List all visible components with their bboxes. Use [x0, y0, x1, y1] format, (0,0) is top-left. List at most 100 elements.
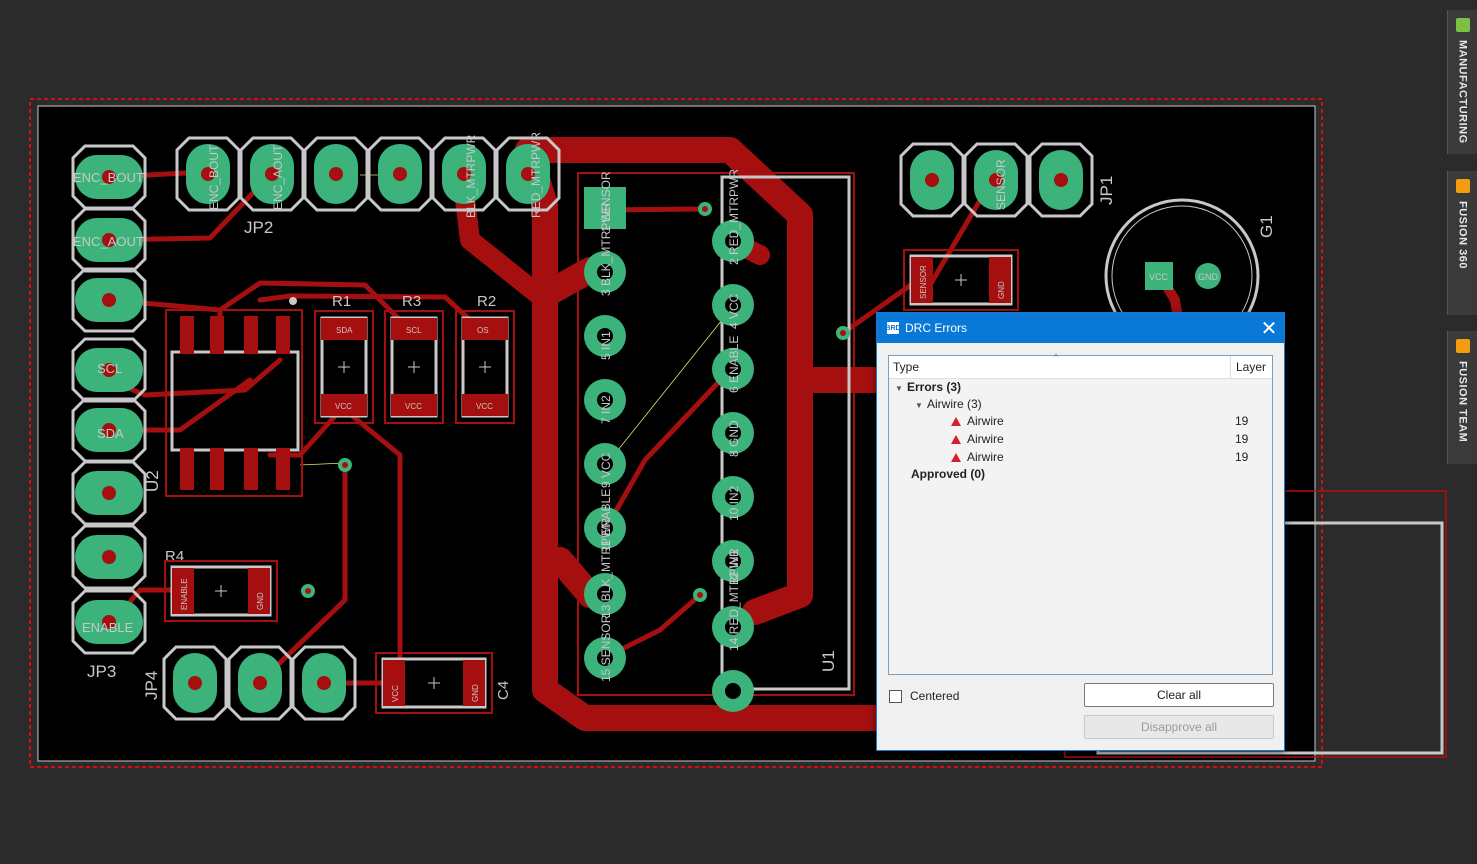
svg-text:OS: OS [477, 326, 489, 335]
item-layer: 19 [1235, 432, 1249, 446]
tab-manufacturing-label: MANUFACTURING [1456, 40, 1469, 144]
u1-pin-label: 4 VCC [727, 293, 741, 329]
expand-triangle-icon[interactable]: ▼ [915, 397, 927, 415]
part-label-jp2: JP2 [244, 218, 273, 237]
svg-text:VCC: VCC [335, 402, 352, 411]
tree-node-airwire-group[interactable]: ▼ Airwire (3) [915, 395, 982, 413]
pad-label-enc-aout-jp2: ENC_AOUT [271, 144, 285, 210]
svg-text:VCC: VCC [391, 685, 400, 702]
part-label-g1: G1 [1257, 215, 1276, 238]
via [698, 202, 712, 216]
checkbox-box[interactable] [889, 689, 902, 703]
item-type: Airwire [967, 450, 1004, 464]
dialog-title: DRC Errors [905, 321, 967, 335]
fusion360-icon [1455, 179, 1470, 193]
g1-gnd-label: GND [1198, 272, 1219, 282]
svg-text:VCC: VCC [405, 402, 422, 411]
column-header-layer[interactable]: Layer [1236, 360, 1266, 374]
via [836, 326, 850, 340]
disapprove-all-button[interactable]: Disapprove all [1084, 715, 1274, 739]
pad-label-enc-aout: ENC_AOUT [73, 234, 144, 249]
u1-pin [712, 670, 754, 712]
pad-label-scl: SCL [97, 361, 122, 376]
close-button[interactable]: ✕ [1254, 313, 1284, 343]
u1-pin-label: 10 IN2 [727, 485, 741, 521]
fusion-team-icon [1455, 339, 1470, 353]
part-label-r2: R2 [477, 293, 496, 310]
tab-fusion-team-label: FUSION TEAM [1456, 361, 1469, 443]
warning-icon [951, 417, 961, 426]
u1-pin-label: 9 VCC [599, 452, 613, 488]
svg-text:VCC: VCC [476, 402, 493, 411]
tree-item-airwire[interactable]: Airwire 19 [951, 412, 1271, 430]
part-label-r4: R4 [165, 548, 184, 565]
via [693, 588, 707, 602]
svg-text:SCL: SCL [406, 326, 422, 335]
u1-pin-label: 7 IN2 [599, 395, 613, 424]
clear-all-button[interactable]: Clear all [1084, 683, 1274, 707]
header-jp4 [162, 645, 357, 721]
u1-pin-label: 14 RED_MTRPWR [727, 548, 741, 651]
expand-triangle-icon[interactable]: ▼ [895, 380, 907, 398]
tab-fusion-360-label: FUSION 360 [1456, 201, 1469, 269]
u1-pin-label: 8 GND [727, 420, 741, 457]
pad-label-sda: SDA [97, 426, 124, 441]
column-header-type[interactable]: Type [893, 360, 919, 374]
tree-header: Type ^ Layer [889, 352, 1272, 379]
pad-label-blk-mtrpwr: BLK_MTRPWR [464, 134, 478, 218]
svg-text:SENSOR: SENSOR [919, 265, 928, 299]
tab-fusion-team[interactable]: FUSION TEAM [1447, 331, 1477, 464]
drc-error-tree[interactable]: Type ^ Layer ▼ Errors (3) ▼ Airwire (3) Ai… [888, 352, 1273, 675]
u1-pin-label: 13 BLK_MTRPWR [599, 518, 613, 618]
svg-text:GND: GND [997, 281, 1006, 299]
tab-fusion-360[interactable]: FUSION 360 [1447, 171, 1477, 315]
pad-label-enable: ENABLE [82, 620, 134, 635]
part-label-r3: R3 [402, 293, 421, 310]
tree-node-approved[interactable]: Approved (0) [911, 465, 985, 483]
sort-arrow-icon: ^ [1054, 352, 1059, 362]
warning-icon [951, 435, 961, 444]
approved-label: Approved (0) [911, 467, 986, 481]
part-label-jp4: JP4 [142, 671, 161, 700]
u1-pin-label: 3 BLK_MTRPWR [599, 202, 613, 296]
tree-node-errors[interactable]: ▼ Errors (3) [895, 378, 961, 396]
u1-pin-label: 15 SENSOR [599, 614, 613, 682]
dialog-titlebar[interactable]: BRD DRC Errors ✕ [877, 313, 1284, 343]
column-separator[interactable] [1230, 356, 1231, 378]
svg-text:ENABLE: ENABLE [180, 578, 189, 610]
part-label-jp1: JP1 [1097, 176, 1116, 205]
errors-label: Errors (3) [907, 380, 962, 394]
item-layer: 19 [1235, 450, 1249, 464]
svg-text:GND: GND [471, 684, 480, 702]
pad-label-sensor-jp1: SENSOR [994, 159, 1008, 210]
tab-manufacturing[interactable]: MANUFACTURING [1447, 10, 1477, 154]
part-label-r1: R1 [332, 293, 351, 310]
item-type: Airwire [967, 432, 1004, 446]
pad-label-enc-bout-jp2: ENC_BOUT [207, 144, 221, 210]
manufacturing-icon [1455, 18, 1470, 32]
u1-pin-label: 6 ENABLE [727, 336, 741, 393]
g1-vcc-label: VCC [1149, 272, 1169, 282]
svg-text:GND: GND [256, 592, 265, 610]
u1-pin-label: 5 IN1 [599, 331, 613, 360]
warning-icon [951, 453, 961, 462]
u1-pin-label: 2 RED_MTRPWR [727, 169, 741, 265]
via [301, 584, 315, 598]
airwire-group-label: Airwire (3) [927, 397, 982, 411]
via [338, 458, 352, 472]
item-layer: 19 [1235, 414, 1249, 428]
item-type: Airwire [967, 414, 1004, 428]
pad-label-red-mtrpwr: RED_MTRPWR [529, 132, 543, 218]
eagle-board-icon: BRD [885, 322, 901, 334]
tree-item-airwire[interactable]: Airwire 19 [951, 430, 1271, 448]
centered-checkbox[interactable]: Centered [889, 689, 959, 703]
part-label-jp3: JP3 [87, 662, 116, 681]
centered-label: Centered [910, 689, 960, 703]
part-label-u1: U1 [819, 650, 838, 672]
svg-text:SDA: SDA [336, 326, 353, 335]
drc-errors-dialog: BRD DRC Errors ✕ Type ^ Layer ▼ Errors (3… [876, 312, 1285, 751]
part-label-u2: U2 [143, 470, 162, 492]
tree-item-airwire[interactable]: Airwire 19 [951, 448, 1271, 466]
part-label-c4: C4 [495, 681, 512, 700]
pad-label-enc-bout: ENC_BOUT [73, 170, 144, 185]
